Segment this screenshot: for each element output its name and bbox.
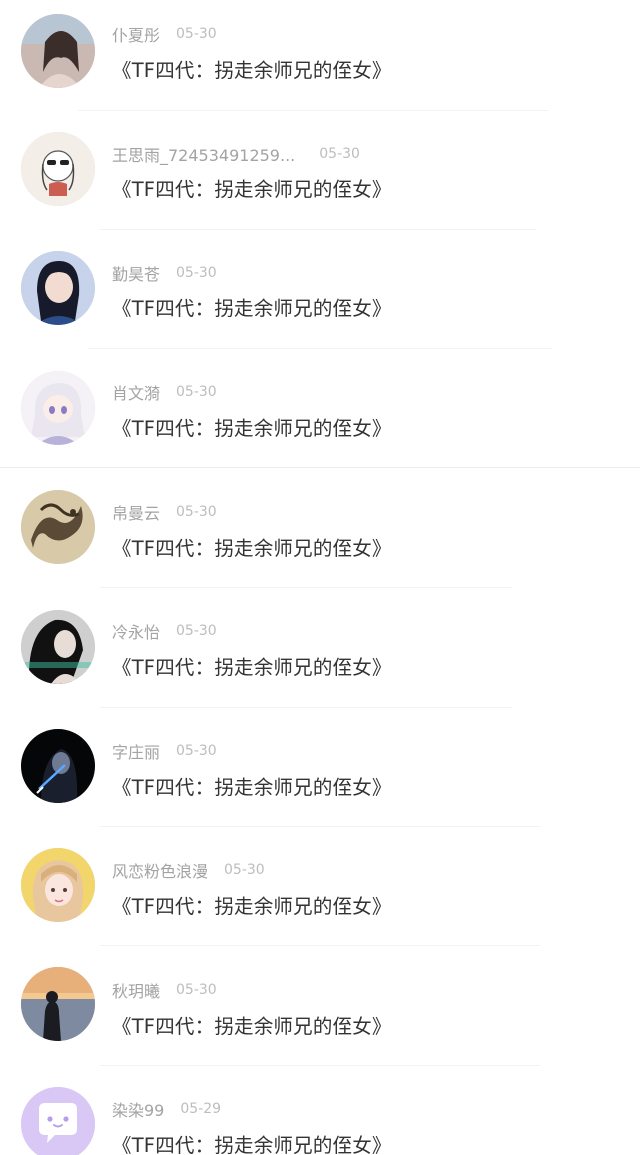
list-item[interactable]: 仆夏彤 05-30 《TF四代：拐走余师兄的侄女》 xyxy=(0,0,640,120)
divider xyxy=(100,229,536,230)
comment-date: 05-29 xyxy=(180,1101,222,1117)
comment-text: 《TF四代：拐走余师兄的侄女》 xyxy=(112,417,392,440)
comment-text: 《TF四代：拐走余师兄的侄女》 xyxy=(112,895,392,918)
avatar[interactable] xyxy=(21,14,95,88)
list-item[interactable]: 肖文漪 05-30 《TF四代：拐走余师兄的侄女》 xyxy=(0,360,640,480)
comment-date: 05-30 xyxy=(176,743,217,759)
comment-date: 05-30 xyxy=(176,504,217,520)
divider xyxy=(100,587,512,588)
avatar[interactable] xyxy=(21,729,95,803)
divider xyxy=(88,348,552,349)
avatar[interactable] xyxy=(21,967,95,1041)
comment-text: 《TF四代：拐走余师兄的侄女》 xyxy=(112,297,392,320)
username[interactable]: 帛曼云 xyxy=(112,500,160,524)
username[interactable]: 字庄丽 xyxy=(112,739,160,763)
list-item[interactable]: 秋玥曦 05-30 《TF四代：拐走余师兄的侄女》 xyxy=(0,960,640,1080)
comment-date: 05-30 xyxy=(176,26,217,42)
comment-date: 05-30 xyxy=(176,982,217,998)
username[interactable]: 仆夏彤 xyxy=(112,22,160,46)
username[interactable]: 秋玥曦 xyxy=(112,978,160,1002)
divider xyxy=(100,945,540,946)
avatar[interactable] xyxy=(21,490,95,564)
comment-date: 05-30 xyxy=(176,265,217,281)
list-item[interactable]: 王思雨_72453491259... 05-30 《TF四代：拐走余师兄的侄女》 xyxy=(0,120,640,240)
list-item[interactable]: 字庄丽 05-30 《TF四代：拐走余师兄的侄女》 xyxy=(0,720,640,840)
section-divider xyxy=(0,467,640,468)
avatar[interactable] xyxy=(21,132,95,206)
chat-bubble-icon xyxy=(21,1087,95,1155)
comment-text: 《TF四代：拐走余师兄的侄女》 xyxy=(112,1134,392,1155)
username[interactable]: 肖文漪 xyxy=(112,380,160,404)
comment-date: 05-30 xyxy=(224,862,265,878)
list-item[interactable]: 勤昊苍 05-30 《TF四代：拐走余师兄的侄女》 xyxy=(0,240,640,360)
avatar[interactable] xyxy=(21,610,95,684)
comment-text: 《TF四代：拐走余师兄的侄女》 xyxy=(112,178,392,201)
list-item[interactable]: 冷永怡 05-30 《TF四代：拐走余师兄的侄女》 xyxy=(0,600,640,720)
comment-date: 05-30 xyxy=(176,384,217,400)
divider xyxy=(100,1065,540,1066)
list-item[interactable]: 风恋粉色浪漫 05-30 《TF四代：拐走余师兄的侄女》 xyxy=(0,840,640,960)
avatar[interactable] xyxy=(21,1087,95,1155)
comment-text: 《TF四代：拐走余师兄的侄女》 xyxy=(112,656,392,679)
username[interactable]: 风恋粉色浪漫 xyxy=(112,858,208,882)
divider xyxy=(78,110,548,111)
avatar[interactable] xyxy=(21,848,95,922)
divider xyxy=(100,707,512,708)
username[interactable]: 染染99 xyxy=(112,1097,164,1121)
avatar[interactable] xyxy=(21,371,95,445)
comment-text: 《TF四代：拐走余师兄的侄女》 xyxy=(112,59,392,82)
username[interactable]: 王思雨_72453491259... xyxy=(112,142,295,166)
avatar[interactable] xyxy=(21,251,95,325)
comment-text: 《TF四代：拐走余师兄的侄女》 xyxy=(112,776,392,799)
list-item[interactable]: 染染99 05-29 《TF四代：拐走余师兄的侄女》 xyxy=(0,1080,640,1155)
comment-text: 《TF四代：拐走余师兄的侄女》 xyxy=(112,537,392,560)
divider xyxy=(100,826,540,827)
list-item[interactable]: 帛曼云 05-30 《TF四代：拐走余师兄的侄女》 xyxy=(0,480,640,600)
comment-date: 05-30 xyxy=(176,623,217,639)
comment-text: 《TF四代：拐走余师兄的侄女》 xyxy=(112,1015,392,1038)
username[interactable]: 勤昊苍 xyxy=(112,261,160,285)
comment-date: 05-30 xyxy=(319,146,360,162)
username[interactable]: 冷永怡 xyxy=(112,619,160,643)
